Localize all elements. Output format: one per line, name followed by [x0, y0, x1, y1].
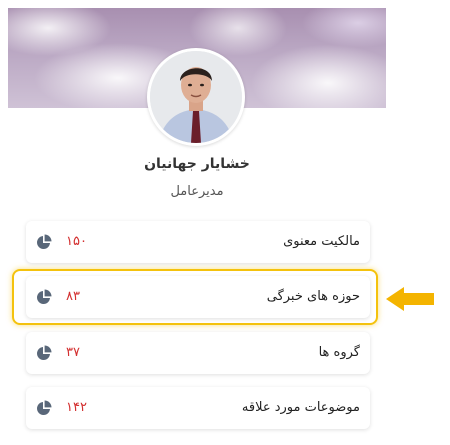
pie-chart-icon — [37, 345, 52, 360]
stat-label: حوزه های خبرگی — [266, 289, 360, 304]
stat-count: ۱۵۰ — [66, 234, 87, 249]
profile-name: خشایار جهانیان — [144, 156, 250, 172]
pie-chart-icon — [37, 400, 52, 415]
stat-label: موضوعات مورد علاقه — [241, 400, 360, 415]
stat-card-expertise-areas[interactable]: حوزه های خبرگی ۸۳ — [26, 276, 370, 318]
stat-card-intellectual-property[interactable]: مالکیت معنوی ۱۵۰ — [26, 221, 370, 263]
stat-card-interests[interactable]: موضوعات مورد علاقه ۱۴۲ — [26, 387, 370, 429]
stat-count: ۳۷ — [66, 345, 80, 360]
stat-count: ۱۴۲ — [66, 400, 87, 415]
stat-count: ۸۳ — [66, 289, 80, 304]
pointer-arrow-icon — [386, 287, 434, 311]
profile-photo — [150, 51, 242, 143]
pie-chart-icon — [37, 289, 52, 304]
pie-chart-icon — [37, 234, 52, 249]
stat-card-groups[interactable]: گروه ها ۳۷ — [26, 332, 370, 374]
profile-role: مدیرعامل — [170, 184, 224, 199]
avatar[interactable] — [147, 48, 245, 146]
stat-label: گروه ها — [318, 345, 360, 360]
stat-label: مالکیت معنوی — [283, 234, 360, 249]
